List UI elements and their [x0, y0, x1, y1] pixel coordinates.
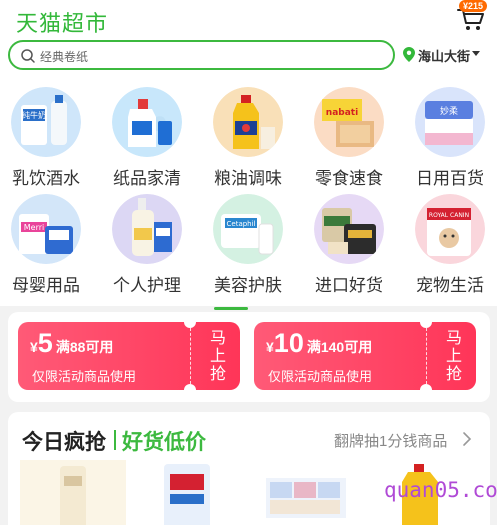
currency-symbol: ¥: [266, 339, 274, 355]
coupon-divider: [426, 328, 427, 384]
search-placeholder: 经典卷纸: [40, 50, 89, 64]
location-text: 海山大街: [418, 49, 471, 64]
product-bag-image[interactable]: [138, 460, 244, 525]
coupon-amount: ¥5 满88可用: [30, 328, 113, 359]
page-indicator: [214, 307, 248, 310]
skincare-tube-icon: Cetaphil: [213, 194, 283, 264]
search-icon: [21, 49, 35, 63]
category-item-grain-oil[interactable]: 粮油调味: [202, 80, 298, 190]
category-item-personal-care[interactable]: 个人护理: [101, 187, 197, 297]
grab-coupon-button[interactable]: 马上抢: [208, 330, 228, 384]
snack-pack-icon: nabati: [314, 87, 384, 157]
category-item-baby[interactable]: Merri 母婴用品: [0, 187, 96, 297]
category-item-paper[interactable]: 纸品家清: [101, 80, 197, 190]
category-item-daily[interactable]: 妙柔 日用百货: [404, 80, 497, 190]
flash-sale-more-link[interactable]: 翻牌抽1分钱商品: [334, 430, 447, 451]
flash-sale-subtitle: 好货低价: [122, 431, 206, 454]
cart-badge: ¥215: [459, 0, 487, 12]
import-snack-icon: [314, 194, 384, 264]
svg-text:ROYAL CANIN: ROYAL CANIN: [429, 212, 469, 219]
category-label: 美容护肤: [214, 276, 282, 295]
category-label: 日用百货: [416, 169, 484, 188]
category-label: 乳饮酒水: [12, 169, 80, 188]
tissue-box-icon: 妙柔: [415, 87, 485, 157]
chevron-right-icon[interactable]: [462, 431, 472, 447]
watermark-text: quan05.com: [384, 478, 497, 502]
flash-sale-title: 今日疯抢: [22, 431, 106, 454]
category-label: 宠物生活: [416, 276, 484, 295]
coupon-condition: 满88可用: [55, 339, 114, 355]
coupon-card[interactable]: ¥5 满88可用 仅限活动商品使用 马上抢: [18, 322, 240, 390]
pet-food-icon: ROYAL CANIN: [415, 194, 485, 264]
coupon-amount: ¥10 满140可用: [266, 328, 372, 359]
category-label: 进口好货: [315, 276, 383, 295]
category-label: 粮油调味: [214, 169, 282, 188]
location-pin-icon: [403, 47, 415, 62]
category-grid: 纯牛奶 乳饮酒水 纸品家清 粮油调味 nabati 零食速食 妙柔 日用百货 M…: [0, 80, 497, 306]
location-selector[interactable]: 海山大街: [403, 46, 493, 64]
flash-sale-section: 今日疯抢 好货低价 翻牌抽1分钱商品 quan05.com: [8, 412, 497, 525]
chevron-down-icon: [472, 51, 480, 56]
coupon-notch: [420, 384, 432, 390]
diaper-pack-icon: Merri: [11, 194, 81, 264]
category-label: 纸品家清: [113, 169, 181, 188]
svg-text:Cetaphil: Cetaphil: [227, 220, 256, 228]
svg-text:Merri: Merri: [24, 223, 44, 232]
svg-text:妙柔: 妙柔: [440, 105, 458, 117]
brand-title: 天猫超市: [16, 11, 109, 36]
product-tissue-image[interactable]: [256, 460, 362, 525]
category-label: 零食速食: [315, 169, 383, 188]
svg-text:nabati: nabati: [326, 108, 358, 118]
category-item-snacks[interactable]: nabati 零食速食: [303, 80, 399, 190]
svg-text:纯牛奶: 纯牛奶: [22, 110, 46, 120]
coupon-condition: 满140可用: [306, 339, 373, 355]
grab-coupon-button[interactable]: 马上抢: [444, 330, 464, 384]
category-label: 母婴用品: [12, 276, 80, 295]
category-item-drinks[interactable]: 纯牛奶 乳饮酒水: [0, 80, 96, 190]
category-item-imported[interactable]: 进口好货: [303, 187, 399, 297]
milk-bottle-icon: 纯牛奶: [11, 87, 81, 157]
coupon-value: 10: [273, 328, 304, 358]
coupon-card[interactable]: ¥10 满140可用 仅限活动商品使用 马上抢: [254, 322, 476, 390]
product-tube-image[interactable]: [20, 460, 126, 525]
coupon-desc: 仅限活动商品使用: [32, 369, 137, 384]
coupon-desc: 仅限活动商品使用: [268, 369, 373, 384]
coupon-divider: [190, 328, 191, 384]
top-bar: 天猫超市 ¥215 经典卷纸 海山大街: [0, 0, 497, 80]
coupon-section: ¥5 满88可用 仅限活动商品使用 马上抢 ¥10 满140可用 仅限活动商品使用 …: [8, 312, 490, 402]
currency-symbol: ¥: [30, 339, 38, 355]
cooking-oil-icon: [213, 87, 283, 157]
detergent-bottle-icon: [112, 87, 182, 157]
search-bar[interactable]: 经典卷纸: [8, 40, 395, 70]
title-divider: [114, 430, 116, 450]
category-item-beauty[interactable]: Cetaphil 美容护肤: [202, 187, 298, 297]
category-label: 个人护理: [113, 276, 181, 295]
category-item-pets[interactable]: ROYAL CANIN 宠物生活: [404, 187, 497, 297]
coupon-value: 5: [37, 328, 53, 358]
lotion-bottle-icon: [112, 194, 182, 264]
coupon-notch: [184, 384, 196, 390]
